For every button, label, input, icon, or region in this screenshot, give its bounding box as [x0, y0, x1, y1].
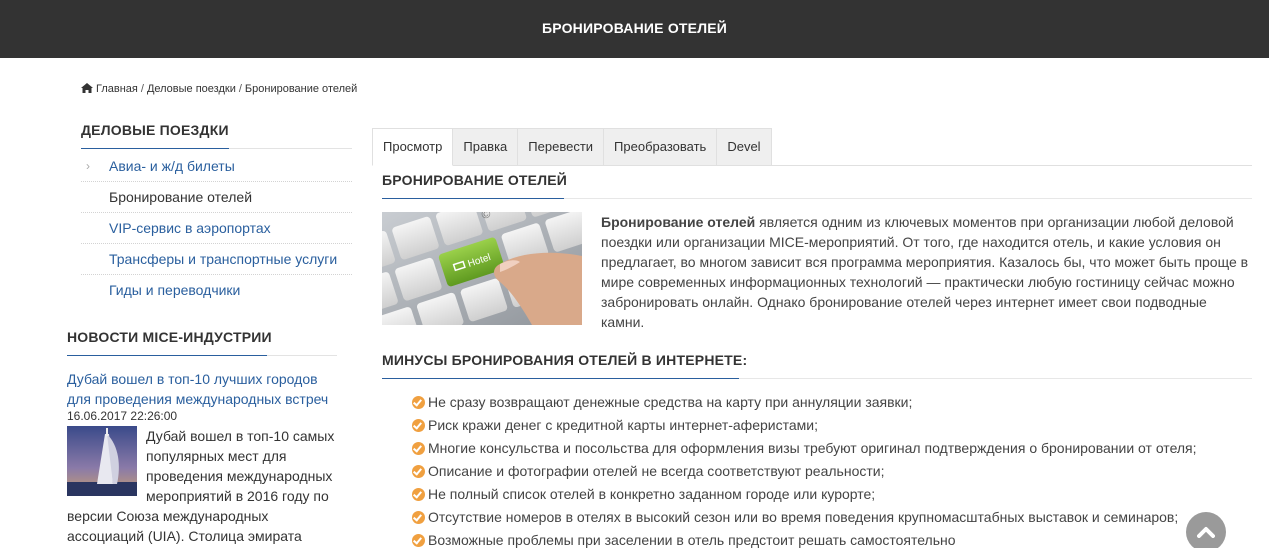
chevron-up-icon — [1197, 527, 1215, 538]
minus-list: Не сразу возвращают денежные средства на… — [412, 392, 1232, 548]
sidebar-item-label: Бронирование отелей — [109, 189, 253, 205]
news-item-image[interactable] — [67, 426, 137, 496]
sidebar-item-guides[interactable]: Гиды и переводчики — [81, 275, 352, 306]
tab-view[interactable]: Просмотр — [372, 128, 454, 166]
local-tasks-tabs: Просмотр Правка Перевести Преобразовать … — [372, 128, 772, 166]
list-item: Не полный список отелей в конкретно зада… — [412, 484, 1232, 507]
news-title-underline — [67, 355, 267, 356]
breadcrumb-current: Бронирование отелей — [244, 83, 358, 95]
sidebar-item-tickets[interactable]: › Авиа- и ж/д билеты — [81, 151, 352, 182]
sidebar-title: ДЕЛОВЫЕ ПОЕЗДКИ — [81, 122, 229, 138]
chevron-right-icon: › — [86, 159, 90, 173]
content-title-underline — [382, 198, 564, 199]
breadcrumb-separator: / — [238, 83, 242, 95]
page-header: БРОНИРОВАНИЕ ОТЕЛЕЙ — [0, 0, 1269, 58]
news-item-text-continued: версии Союза международных ассоциаций (U… — [67, 508, 302, 544]
sidebar-item-vip-service[interactable]: VIP-сервис в аэропортах — [81, 213, 352, 244]
intro-bold-text: Бронирование отелей — [601, 214, 756, 230]
list-item: Многие консульства и посольства для офор… — [412, 438, 1232, 461]
tab-edit[interactable]: Правка — [453, 128, 519, 166]
hotel-keyboard-image: Hotel © — [382, 212, 582, 325]
check-circle-icon — [412, 419, 425, 432]
sidebar-item-hotel-booking[interactable]: Бронирование отелей — [81, 182, 352, 213]
intro-text: является одним из ключевых моментов при … — [601, 214, 1249, 330]
home-icon[interactable] — [81, 83, 93, 93]
sidebar-item-label: Авиа- и ж/д билеты — [109, 158, 235, 174]
check-circle-icon — [412, 465, 425, 478]
tab-translate[interactable]: Перевести — [518, 128, 605, 166]
check-circle-icon — [412, 511, 425, 524]
breadcrumb: Главная / Деловые поездки / Бронирование оте… — [81, 83, 357, 95]
sidebar-item-label: Трансферы и транспортные услуги — [109, 251, 338, 267]
check-circle-icon — [412, 442, 425, 455]
tab-convert[interactable]: Преобразовать — [604, 128, 718, 166]
tab-devel[interactable]: Devel — [717, 128, 772, 166]
sidebar-item-label: Гиды и переводчики — [109, 282, 241, 298]
check-circle-icon — [412, 534, 425, 547]
check-circle-icon — [412, 488, 425, 501]
news-item-link[interactable]: Дубай вошел в топ-10 лучших городов для … — [67, 369, 337, 409]
minus-title: МИНУСЫ БРОНИРОВАНИЯ ОТЕЛЕЙ В ИНТЕРНЕТЕ: — [382, 352, 748, 368]
news-item-date: 16.06.2017 22:26:00 — [67, 409, 178, 423]
list-item: Возможные проблемы при заселении в отель… — [412, 530, 1232, 548]
news-item-text: Дубай вошел в топ-10 самых популярных ме… — [146, 428, 335, 504]
news-title: НОВОСТИ MICE-ИНДУСТРИИ — [67, 329, 272, 345]
sidebar-item-label: VIP-сервис в аэропортах — [109, 220, 271, 236]
sidebar-item-transfers[interactable]: Трансферы и транспортные услуги — [81, 244, 352, 275]
sidebar-title-underline — [81, 148, 229, 149]
list-item: Не сразу возвращают денежные средства на… — [412, 392, 1232, 415]
list-item: Описание и фотографии отелей не всегда с… — [412, 461, 1232, 484]
breadcrumb-separator: / — [140, 83, 144, 95]
scroll-to-top-button[interactable] — [1186, 512, 1226, 548]
check-circle-icon — [412, 396, 425, 409]
minus-title-underline — [382, 378, 739, 379]
list-item: Риск кражи денег с кредитной карты интер… — [412, 415, 1232, 438]
breadcrumb-business-trips-link[interactable]: Деловые поездки — [147, 83, 236, 95]
list-item: Отсутствие номеров в отелях в высокий се… — [412, 507, 1232, 530]
breadcrumb-home-link[interactable]: Главная — [96, 83, 138, 95]
content-title: БРОНИРОВАНИЕ ОТЕЛЕЙ — [382, 172, 568, 188]
sidebar-menu: › Авиа- и ж/д билеты Бронирование отелей… — [81, 151, 352, 306]
page-title: БРОНИРОВАНИЕ ОТЕЛЕЙ — [541, 20, 728, 36]
intro-paragraph: Бронирование отелей является одним из кл… — [601, 212, 1253, 332]
